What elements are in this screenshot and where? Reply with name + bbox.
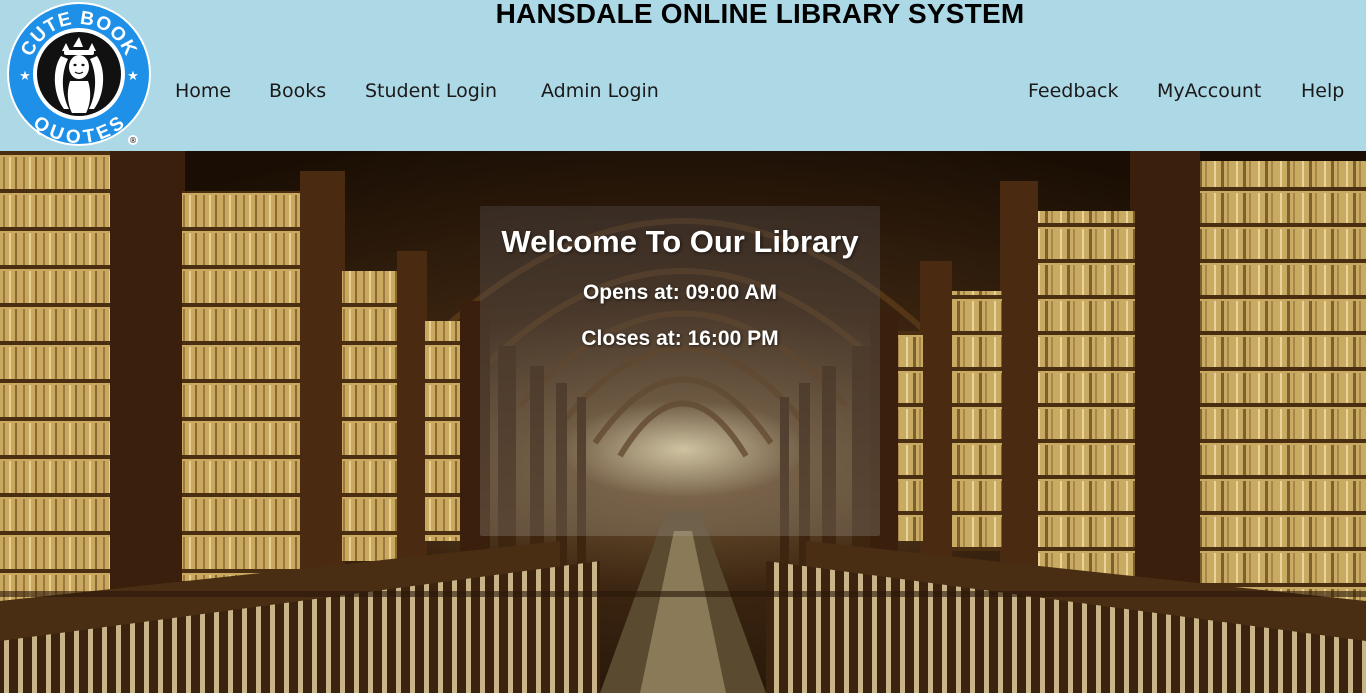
nav-feedback[interactable]: Feedback bbox=[1028, 79, 1118, 103]
nav-admin-login[interactable]: Admin Login bbox=[541, 79, 659, 103]
nav-books[interactable]: Books bbox=[269, 79, 326, 103]
welcome-panel: Welcome To Our Library Opens at: 09:00 A… bbox=[480, 206, 880, 536]
svg-text:®: ® bbox=[129, 136, 137, 145]
opening-hours: Opens at: 09:00 AM bbox=[582, 281, 778, 304]
nav-help[interactable]: Help bbox=[1301, 79, 1344, 103]
closing-hours: Closes at: 16:00 PM bbox=[581, 327, 779, 350]
nav-home[interactable]: Home bbox=[175, 79, 231, 103]
svg-text:★: ★ bbox=[19, 69, 31, 84]
svg-text:★: ★ bbox=[127, 69, 139, 84]
hero-section: Welcome To Our Library Opens at: 09:00 A… bbox=[0, 151, 1366, 693]
site-header: CUTE BOOK QUOTES ★ ★ ® HANSDALE ONLINE L… bbox=[0, 0, 1366, 151]
site-title: HANSDALE ONLINE LIBRARY SYSTEM bbox=[495, 0, 1025, 29]
welcome-heading: Welcome To Our Library bbox=[501, 224, 859, 259]
nav-myaccount[interactable]: MyAccount bbox=[1157, 79, 1261, 103]
nav-student-login[interactable]: Student Login bbox=[365, 79, 497, 103]
